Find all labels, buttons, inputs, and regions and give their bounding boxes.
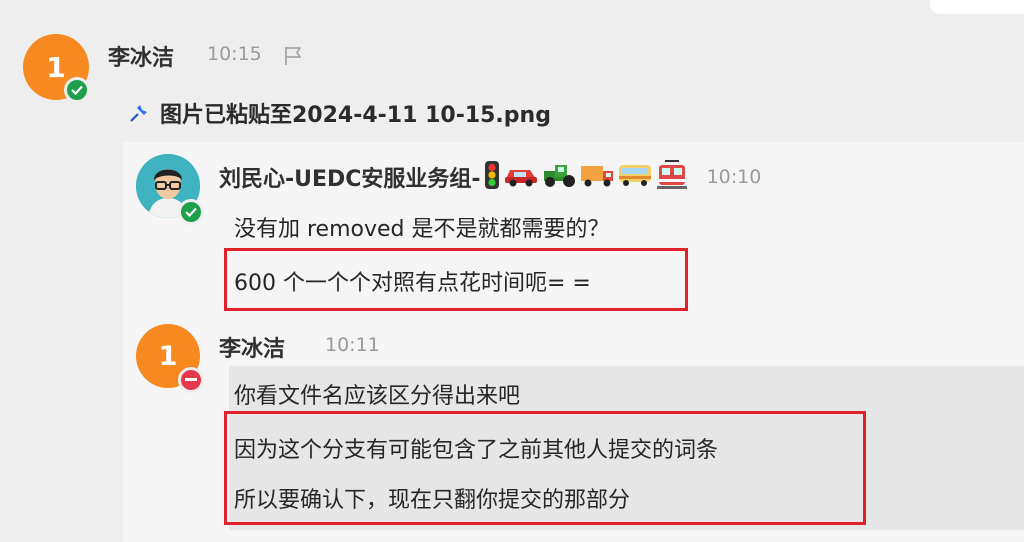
message-time: 10:15 xyxy=(207,43,262,65)
sender-name[interactable]: 李冰洁 xyxy=(108,40,174,72)
message-line[interactable]: 没有加 removed 是不是就都需要的？ xyxy=(234,211,610,243)
attachment-text[interactable]: 图片已粘贴至2024-4-11 10-15.png xyxy=(160,97,551,129)
message-time: 10:10 xyxy=(706,166,762,188)
busy-status-icon xyxy=(178,367,204,393)
avatar-initial: 1 xyxy=(158,340,178,372)
tractor-icon xyxy=(541,162,577,192)
tram-icon xyxy=(655,160,689,194)
flag-icon[interactable] xyxy=(282,44,306,72)
highlight-box xyxy=(224,411,866,525)
pin-icon xyxy=(128,100,152,128)
highlight-box xyxy=(224,248,688,311)
message-line[interactable]: 你看文件名应该区分得出来吧 xyxy=(234,378,520,410)
previous-message-bubble xyxy=(930,0,1024,14)
message-time: 10:11 xyxy=(325,334,380,356)
bus-icon xyxy=(617,162,653,192)
online-status-icon xyxy=(178,199,204,225)
car-icon xyxy=(503,162,539,192)
traffic-light-icon xyxy=(483,160,501,194)
sender-name[interactable]: 李冰洁 xyxy=(219,331,285,363)
sender-name[interactable]: 刘民心-UEDC安服业务组- xyxy=(219,161,481,193)
truck-icon xyxy=(579,162,615,192)
sender-row: 刘民心-UEDC安服业务组- 10:10 xyxy=(219,160,761,194)
online-status-icon xyxy=(64,77,90,103)
avatar-initial: 1 xyxy=(46,50,66,84)
